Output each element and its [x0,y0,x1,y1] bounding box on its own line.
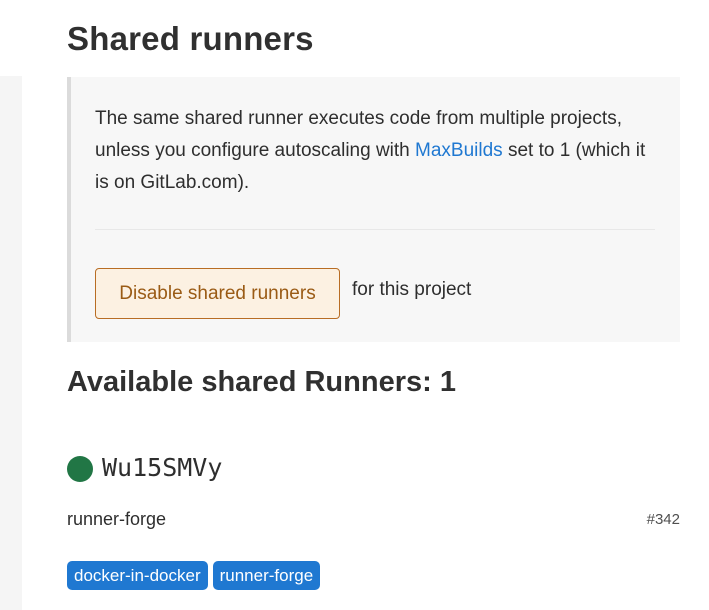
page-title: Shared runners [67,20,314,57]
runner-status-icon [67,456,93,482]
runner-tag: runner-forge [212,561,321,590]
for-this-project-text: for this project [352,279,472,300]
runner-tag: docker-in-docker [67,561,208,590]
maxbuilds-link[interactable]: MaxBuilds [415,140,503,161]
info-block: The same shared runner executes code fro… [67,77,680,342]
sidebar-strip [0,76,22,610]
runner-id: #342 [646,511,680,528]
runner-token-link[interactable]: Wu15SMVy [102,453,222,482]
divider [95,229,655,230]
runner-description: runner-forge [67,509,167,529]
available-runners-title: Available shared Runners: 1 [67,366,456,398]
info-text: The same shared runner executes code fro… [95,103,655,199]
runner-tags: docker-in-docker runner-forge [67,561,321,590]
disable-shared-runners-button[interactable]: Disable shared runners [95,268,340,319]
